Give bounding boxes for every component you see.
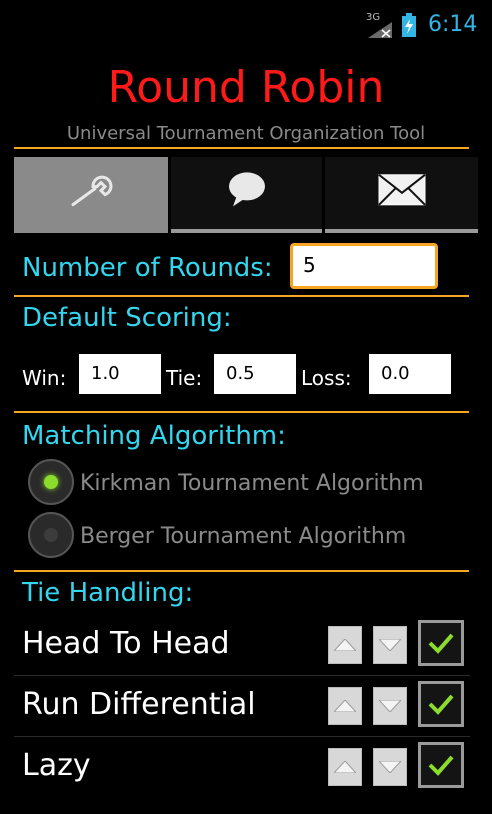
chevron-down-icon: [379, 639, 401, 651]
tab-mail[interactable]: [325, 157, 478, 233]
berger-option-label[interactable]: Berger Tournament Algorithm: [80, 524, 406, 549]
tie-rule-checkbox[interactable]: [418, 620, 464, 666]
matching-divider: [14, 570, 469, 572]
chevron-down-icon: [379, 761, 401, 773]
win-label: Win:: [22, 366, 67, 390]
move-up-button[interactable]: [328, 626, 362, 664]
radio-selected-dot: [44, 475, 58, 489]
chevron-down-icon: [379, 700, 401, 712]
tie-rule-checkbox[interactable]: [418, 681, 464, 727]
tie-rule-label: Head To Head: [22, 626, 230, 661]
radio-unselected-dot: [44, 528, 58, 542]
loss-label: Loss:: [301, 366, 352, 390]
tab-settings[interactable]: [14, 157, 168, 233]
tab-bar: [14, 157, 478, 233]
tie-label: Tie:: [166, 366, 203, 390]
clock: 6:14: [428, 12, 478, 37]
chevron-up-icon: [334, 639, 356, 651]
move-up-button[interactable]: [328, 687, 362, 725]
app-subtitle: Universal Tournament Organization Tool: [66, 123, 426, 144]
tie-rule-label: Run Differential: [22, 687, 256, 722]
row-separator: [14, 736, 470, 737]
chevron-up-icon: [334, 761, 356, 773]
tie-rule-row: Lazy: [14, 738, 470, 798]
move-up-button[interactable]: [328, 748, 362, 786]
checkmark-icon: [428, 694, 454, 715]
kirkman-option-label[interactable]: Kirkman Tournament Algorithm: [80, 471, 424, 496]
chevron-up-icon: [334, 700, 356, 712]
wrench-icon: [71, 175, 113, 207]
move-down-button[interactable]: [373, 687, 407, 725]
app-title: Round Robin: [107, 62, 385, 113]
tie-rule-row: Run Differential: [14, 677, 470, 737]
envelope-icon: [377, 174, 426, 206]
tie-rule-label: Lazy: [22, 748, 91, 783]
kirkman-radio[interactable]: [28, 459, 74, 505]
win-input[interactable]: 1.0: [79, 354, 161, 394]
matching-label: Matching Algorithm:: [22, 421, 286, 451]
loss-input[interactable]: 0.0: [369, 354, 451, 394]
speech-bubble-icon: [228, 172, 265, 207]
scoring-label: Default Scoring:: [22, 303, 232, 333]
move-down-button[interactable]: [373, 626, 407, 664]
tie-rule-checkbox[interactable]: [418, 742, 464, 788]
checkmark-icon: [428, 633, 454, 654]
tie-handling-label: Tie Handling:: [22, 578, 194, 608]
tie-input[interactable]: 0.5: [214, 354, 296, 394]
header-divider: [14, 147, 469, 149]
berger-radio[interactable]: [28, 512, 74, 558]
tab-chat[interactable]: [171, 157, 322, 233]
scoring-divider: [14, 411, 469, 413]
rounds-divider: [14, 295, 469, 297]
rounds-label: Number of Rounds:: [22, 253, 273, 283]
move-down-button[interactable]: [373, 748, 407, 786]
rounds-input[interactable]: 5: [290, 243, 438, 289]
checkmark-icon: [428, 755, 454, 776]
signal-icon: 3G: [366, 12, 394, 38]
battery-charging-icon: [402, 13, 416, 37]
row-separator: [14, 675, 470, 676]
status-bar: 3G 6:14: [0, 0, 492, 50]
tie-rule-row: Head To Head: [14, 616, 470, 676]
